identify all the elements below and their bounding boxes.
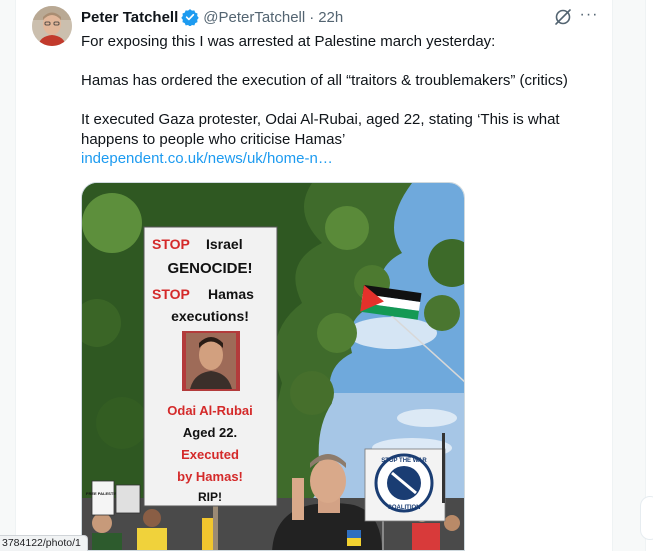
placard-stop-1: STOP <box>152 236 190 252</box>
browser-status-url: 3784122/photo/1 <box>0 535 88 551</box>
stw-sign-top: STOP THE WAR <box>381 458 427 464</box>
floating-button[interactable] <box>640 496 653 540</box>
placard-executions: executions! <box>171 308 249 324</box>
placard-portrait <box>182 331 240 391</box>
stw-sign-bottom: COALITION <box>388 505 421 511</box>
placard-stop-2: STOP <box>152 286 190 302</box>
placard-rip: RIP! <box>198 490 222 504</box>
placard-israel: Israel <box>206 236 243 252</box>
placard-name: Odai Al-Rubai <box>167 403 252 418</box>
protest-photo: FREE PALESTINE STOP Israel GENOCIDE! STO… <box>82 183 464 550</box>
article-link[interactable]: independent.co.uk/news/uk/home-n… <box>81 149 601 169</box>
header-separator: · <box>309 8 315 26</box>
timestamp[interactable]: 22h <box>318 9 343 26</box>
tweet-header: Peter Tatchell @PeterTatchell · 22h <box>81 7 343 27</box>
author-handle[interactable]: @PeterTatchell <box>203 9 305 26</box>
grok-icon[interactable] <box>553 7 573 27</box>
more-options-icon[interactable]: ··· <box>578 7 600 27</box>
placard-hamas: Hamas <box>208 286 254 302</box>
tweet-photo[interactable]: FREE PALESTINE STOP Israel GENOCIDE! STO… <box>81 182 465 551</box>
tweet-line-3: It executed Gaza protester, Odai Al-Ruba… <box>81 111 560 148</box>
left-sign-text: FREE PALESTINE <box>86 491 120 496</box>
author-name[interactable]: Peter Tatchell <box>81 9 178 26</box>
avatar-image <box>32 6 72 46</box>
tweet-line-2: Hamas has ordered the execution of all “… <box>81 72 568 89</box>
right-column-edge <box>645 0 653 551</box>
avatar[interactable] <box>32 6 72 46</box>
placard-executed: Executed <box>181 447 239 462</box>
tweet-line-1: For exposing this I was arrested at Pale… <box>81 33 496 50</box>
placard-by-hamas: by Hamas! <box>177 469 243 484</box>
verified-badge-icon[interactable] <box>181 8 199 26</box>
placard-genocide: GENOCIDE! <box>167 260 252 277</box>
tweet-text: For exposing this I was arrested at Pale… <box>81 32 601 169</box>
placard-age: Aged 22. <box>183 425 237 440</box>
